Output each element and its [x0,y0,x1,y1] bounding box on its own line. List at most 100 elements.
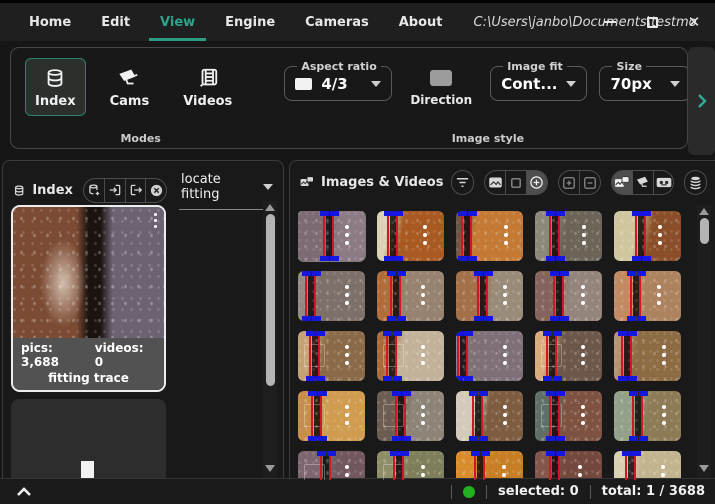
fitting-trace-card[interactable]: pics: 3,688 videos: 0 fitting trace [11,205,166,392]
aspect-ratio-select[interactable]: Aspect ratio 4/3 [284,60,392,101]
box-view-button[interactable] [505,171,526,194]
cams-mode-button[interactable]: Cams [100,58,160,116]
thumbnail[interactable] [535,391,602,441]
menu-cameras[interactable]: Cameras [290,3,384,41]
videos-mode-button[interactable]: Videos [173,58,242,116]
thumbnail[interactable] [535,271,602,321]
minimize-button[interactable] [589,3,631,41]
thumbnail[interactable] [456,271,523,321]
thumbnail[interactable] [377,211,444,261]
thumbnail[interactable] [377,391,444,441]
thumbnail[interactable] [456,451,523,480]
thumbnail[interactable] [535,451,602,480]
size-select[interactable]: Size 70px [599,60,688,101]
scrollbar-thumb[interactable] [266,214,275,386]
annotation-line [390,273,392,319]
annotation-line [311,393,313,439]
plus-square-icon [562,176,576,190]
annotation-line [323,213,325,259]
thumbnail[interactable] [456,331,523,381]
filter-icon [455,176,470,189]
index-panel-title: Index [32,183,73,198]
thumbnail[interactable] [535,211,602,261]
annotation-line [546,333,548,379]
zoom-in-button[interactable] [559,171,579,194]
show-cams-button[interactable] [632,171,653,194]
image-style-group-label: Image style [270,132,688,145]
scroll-up-icon[interactable] [265,204,275,211]
scroll-down-icon[interactable] [699,465,709,472]
marker-blue [394,211,403,216]
thumbnail[interactable] [298,451,365,480]
image-view-button[interactable] [485,171,505,194]
marker-blue [639,436,648,441]
view-mode-group [484,170,548,195]
annotation-line [641,393,643,439]
annotation-line [457,333,459,379]
annotation-line [486,273,488,319]
menu-view[interactable]: View [145,3,210,41]
marker-blue [550,271,559,276]
marker-blue [479,391,488,396]
export-index-button[interactable] [125,179,146,202]
marker-blue [560,316,569,321]
thumbnail[interactable] [614,331,681,381]
direction-button[interactable]: Direction [404,58,478,107]
annotation-line [309,333,311,379]
annotation-line [639,273,641,319]
filter-button[interactable] [452,171,473,194]
add-annotation-button[interactable] [526,171,547,194]
show-index-button[interactable] [685,171,706,194]
add-index-button[interactable] [84,179,104,202]
menu-engine[interactable]: Engine [210,3,290,41]
thumbnail[interactable] [535,331,602,381]
thumbnail[interactable] [377,451,444,480]
marker-blue [642,256,651,261]
thumbnail[interactable] [377,331,444,381]
annotation-line [558,393,560,439]
close-button[interactable]: ✕ [673,3,715,41]
thumbnail[interactable] [298,271,365,321]
annotation-line [555,333,557,379]
marker-blue [484,271,493,276]
ribbon-expand-button[interactable] [688,47,715,155]
show-videos-button[interactable] [653,171,674,194]
thumbnail[interactable] [614,211,681,261]
grid-scrollbar[interactable] [697,205,711,478]
menu-edit[interactable]: Edit [86,3,145,41]
close-index-button[interactable] [145,179,166,202]
annotation-line [461,213,463,259]
thumbnail[interactable] [298,391,365,441]
import-index-button[interactable] [104,179,125,202]
thumbnail[interactable] [456,211,523,261]
thumbnail[interactable] [298,211,365,261]
zoom-out-button[interactable] [579,171,600,194]
image-fit-select[interactable]: Image fit Cont... [490,60,587,101]
thumbnail[interactable] [614,391,681,441]
aspect-ratio-value: 4/3 [321,75,347,93]
marker-blue [316,376,325,381]
chevron-up-icon[interactable] [16,487,32,497]
show-images-button[interactable] [612,171,632,194]
index-mode-button[interactable]: Index [25,58,86,116]
menu-about[interactable]: About [384,3,458,41]
marker-blue [546,211,555,216]
thumbnail[interactable] [614,451,681,480]
maximize-button[interactable] [631,3,673,41]
thumbnail[interactable] [377,271,444,321]
videos-mode-label: Videos [183,94,232,109]
thumbnail[interactable] [614,271,681,321]
thumbnail[interactable] [298,331,365,381]
marker-blue [390,451,399,456]
scroll-up-icon[interactable] [699,208,709,215]
scrollbar-thumb[interactable] [700,218,709,244]
index-filter-dropdown[interactable]: locate fitting [179,170,275,210]
index-scrollbar[interactable] [263,201,277,478]
menu-edit-label: Edit [101,15,130,30]
thumbnail[interactable] [456,391,523,441]
kebab-menu-icon[interactable] [154,213,157,216]
menu-home[interactable]: Home [14,3,86,41]
caret-down-icon [263,184,273,190]
scroll-down-icon[interactable] [265,465,275,472]
index-panel: Index locate fitting [2,160,284,480]
